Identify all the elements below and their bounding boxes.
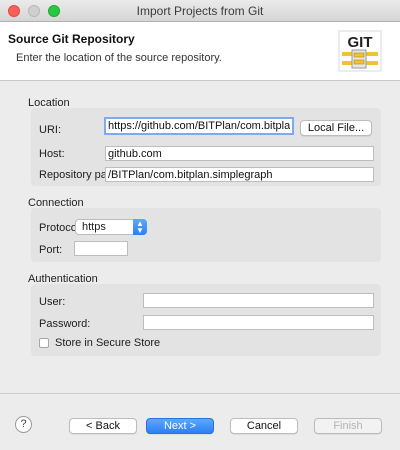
- finish-button[interactable]: Finish: [314, 418, 382, 434]
- store-secure-checkbox[interactable]: [39, 338, 49, 348]
- port-field[interactable]: [74, 241, 128, 256]
- host-label: Host:: [39, 148, 65, 160]
- next-button[interactable]: Next >: [146, 418, 214, 434]
- git-logo-icon: GIT: [338, 30, 382, 72]
- host-field[interactable]: [105, 146, 374, 161]
- page-description: Enter the location of the source reposit…: [16, 52, 222, 64]
- window-title: Import Projects from Git: [136, 4, 264, 18]
- password-field[interactable]: [143, 315, 374, 330]
- protocol-value: https: [82, 221, 106, 233]
- help-icon[interactable]: ?: [15, 416, 32, 433]
- port-label: Port:: [39, 244, 63, 256]
- git-logo-text: GIT: [348, 34, 373, 51]
- store-secure-label: Store in Secure Store: [55, 337, 161, 349]
- footer-separator: [0, 393, 400, 394]
- wizard-banner: Source Git Repository Enter the location…: [0, 22, 400, 81]
- local-file-button[interactable]: Local File...: [300, 120, 372, 136]
- user-label: User:: [39, 296, 66, 308]
- back-button[interactable]: < Back: [69, 418, 137, 434]
- import-dialog: Import Projects from Git Source Git Repo…: [0, 0, 400, 450]
- uri-label: URI:: [39, 124, 61, 136]
- title-bar: Import Projects from Git: [0, 0, 400, 22]
- protocol-select[interactable]: https ▲ ▼: [75, 219, 147, 235]
- repository-path-field[interactable]: [105, 167, 374, 182]
- password-label: Password:: [39, 318, 91, 330]
- page-title: Source Git Repository: [8, 32, 135, 46]
- chevron-updown-icon: ▲ ▼: [133, 219, 147, 235]
- cancel-button[interactable]: Cancel: [230, 418, 298, 434]
- uri-field[interactable]: [104, 117, 294, 135]
- user-field[interactable]: [143, 293, 374, 308]
